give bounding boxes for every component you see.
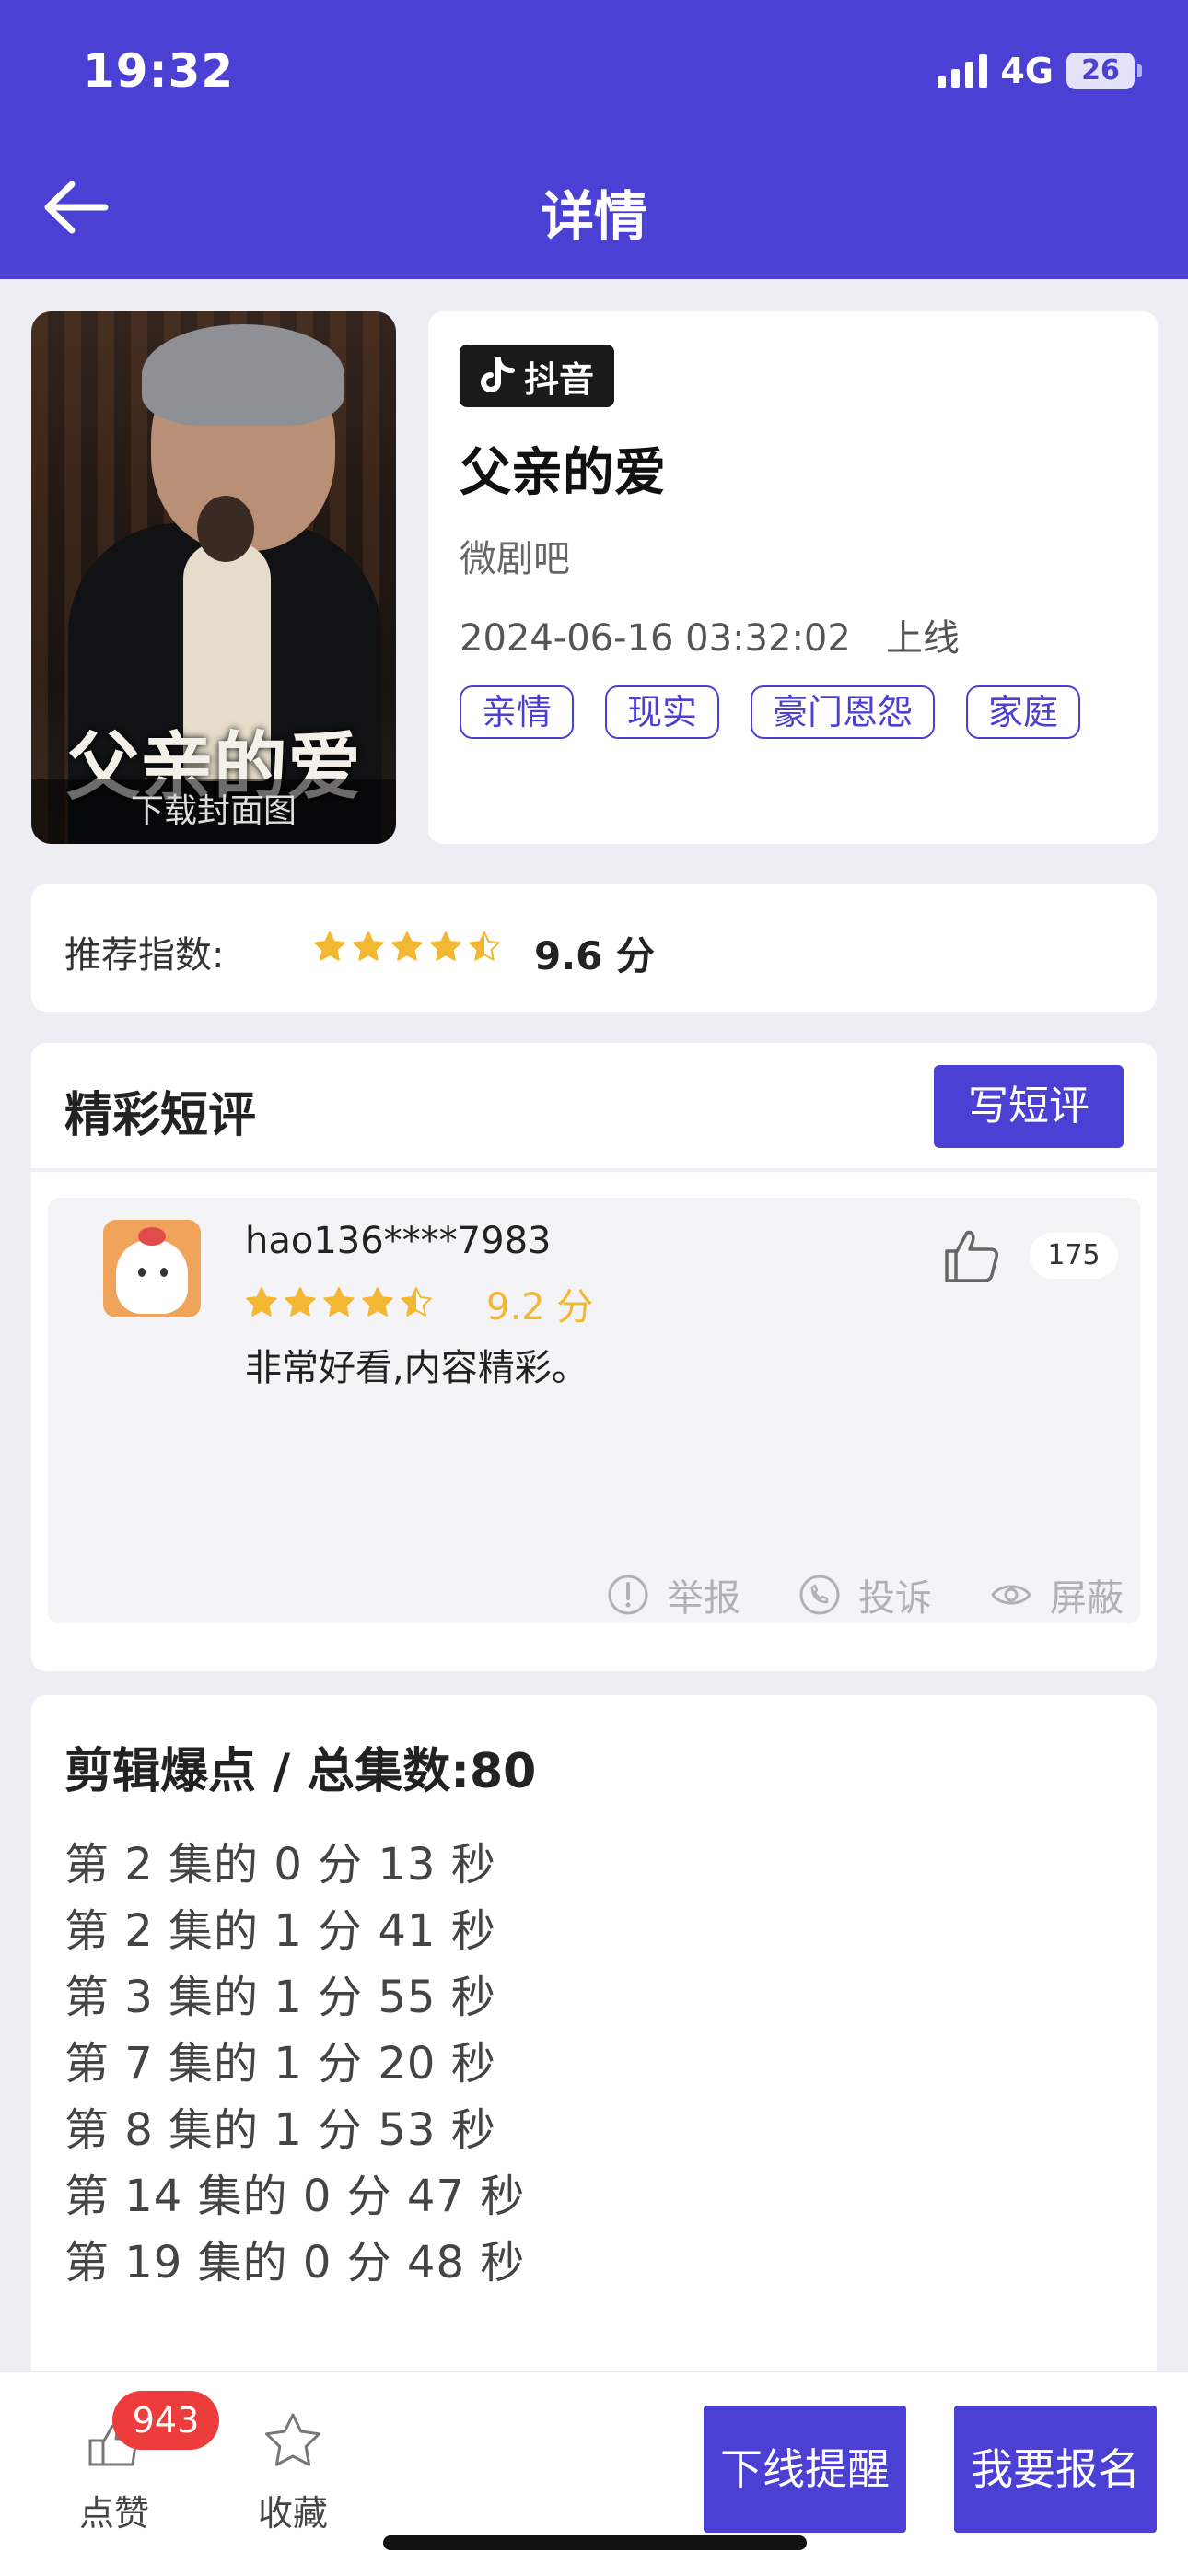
signup-button[interactable]: 我要报名 [954,2406,1157,2533]
tag-list: 亲情 现实 豪门恩怨 家庭 [460,685,1081,739]
offline-reminder-button[interactable]: 下线提醒 [704,2406,906,2533]
block-label: 屏蔽 [1050,1577,1124,1620]
like-tab[interactable]: 点赞 943 [50,2391,219,2535]
highlight-item[interactable]: 第 3 集的 1 分 55 秒 [64,1964,525,2031]
phone-circle-icon [799,1575,840,1615]
tag-family[interactable]: 家庭 [966,685,1081,739]
favorite-label: 收藏 [257,2493,328,2534]
recommendation-score: 9.6 分 [534,933,656,978]
star-icon [469,931,500,961]
report-label: 举报 [667,1577,740,1620]
release-datetime: 2024-06-16 03:32:02 [460,617,851,660]
reviews-list: hao136****7983 9.2 分 非常好看,内容精彩。 175 举报 投… [31,1172,1157,1671]
favorite-tab[interactable]: 收藏 [228,2409,357,2535]
highlights-title: 剪辑爆点 / 总集数:80 [64,1744,537,1799]
star-icon [362,1287,393,1317]
like-count: 175 [1030,1233,1118,1279]
like-label: 点赞 [78,2493,149,2534]
star-outline-icon [265,2413,320,2466]
tag-rich-family[interactable]: 豪门恩怨 [751,685,936,739]
drama-title: 父亲的爱 [460,443,666,503]
status-time: 19:32 [83,44,235,98]
recommendation-card: 推荐指数: 9.6 分 [31,884,1157,1012]
exclamation-circle-icon [608,1575,648,1615]
avatar[interactable] [103,1220,201,1317]
battery-level: 26 [1066,53,1135,89]
reviewer-name: hao136****7983 [245,1220,552,1262]
report-button[interactable]: 举报 [606,1568,740,1622]
drama-info-card: 抖音 父亲的爱 微剧吧 2024-06-16 03:32:02 上线 亲情 现实… [428,311,1158,844]
highlight-item[interactable]: 第 2 集的 1 分 41 秒 [64,1898,525,1964]
block-button[interactable]: 屏蔽 [989,1568,1124,1622]
eye-icon [991,1585,1031,1605]
platform-name: 抖音 [524,358,595,400]
complain-button[interactable]: 投诉 [798,1568,932,1622]
like-count-badge: 943 [112,2391,219,2450]
studio-name: 微剧吧 [460,538,570,580]
star-icon [246,1287,277,1317]
star-icon [314,931,345,961]
star-icon [323,1287,355,1317]
reviews-header: 精彩短评 写短评 [31,1043,1157,1168]
recommendation-label: 推荐指数: [64,934,225,977]
cover-image[interactable]: 父亲的爱 下载封面图 [31,311,396,844]
highlights-card: 剪辑爆点 / 总集数:80 第 2 集的 0 分 13 秒 第 2 集的 1 分… [31,1695,1157,2377]
signal-icon [938,54,988,88]
release-info: 2024-06-16 03:32:02 上线 [460,608,960,662]
page-title: 详情 [540,185,647,248]
douyin-icon [481,357,515,392]
star-icon [353,931,384,961]
highlight-item[interactable]: 第 19 集的 0 分 48 秒 [64,2230,525,2296]
home-indicator [383,2535,807,2550]
tag-family-love[interactable]: 亲情 [460,685,575,739]
highlights-list: 第 2 集的 0 分 13 秒 第 2 集的 1 分 41 秒 第 3 集的 1… [64,1832,525,2296]
download-cover-button[interactable]: 下载封面图 [31,779,396,844]
highlight-item[interactable]: 第 7 集的 1 分 20 秒 [64,2031,525,2097]
complain-label: 投诉 [858,1577,932,1620]
highlight-item[interactable]: 第 8 集的 1 分 53 秒 [64,2097,525,2163]
star-icon [391,931,423,961]
release-status: 上线 [885,617,960,660]
highlight-item[interactable]: 第 14 集的 0 分 47 秒 [64,2163,525,2230]
status-indicators: 4G 26 [938,51,1142,91]
recommendation-stars [313,931,501,964]
header: 19:32 4G 26 详情 [0,0,1188,279]
battery-icon: 26 [1066,53,1142,89]
review-stars [245,1286,433,1319]
review-score: 9.2 分 [486,1286,594,1329]
platform-badge: 抖音 [460,345,615,407]
reviews-title: 精彩短评 [64,1088,257,1143]
review-item: hao136****7983 9.2 分 非常好看,内容精彩。 175 举报 投… [48,1198,1140,1623]
review-actions: 举报 投诉 屏蔽 [48,1568,1140,1622]
write-review-button[interactable]: 写短评 [934,1065,1124,1148]
highlight-item[interactable]: 第 2 集的 0 分 13 秒 [64,1832,525,1898]
review-text: 非常好看,内容精彩。 [245,1347,588,1389]
star-icon [285,1287,316,1317]
star-icon [430,931,461,961]
thumbs-up-icon[interactable] [941,1225,1002,1286]
network-type: 4G [1000,51,1054,91]
star-icon [401,1287,432,1317]
tag-reality[interactable]: 现实 [605,685,720,739]
